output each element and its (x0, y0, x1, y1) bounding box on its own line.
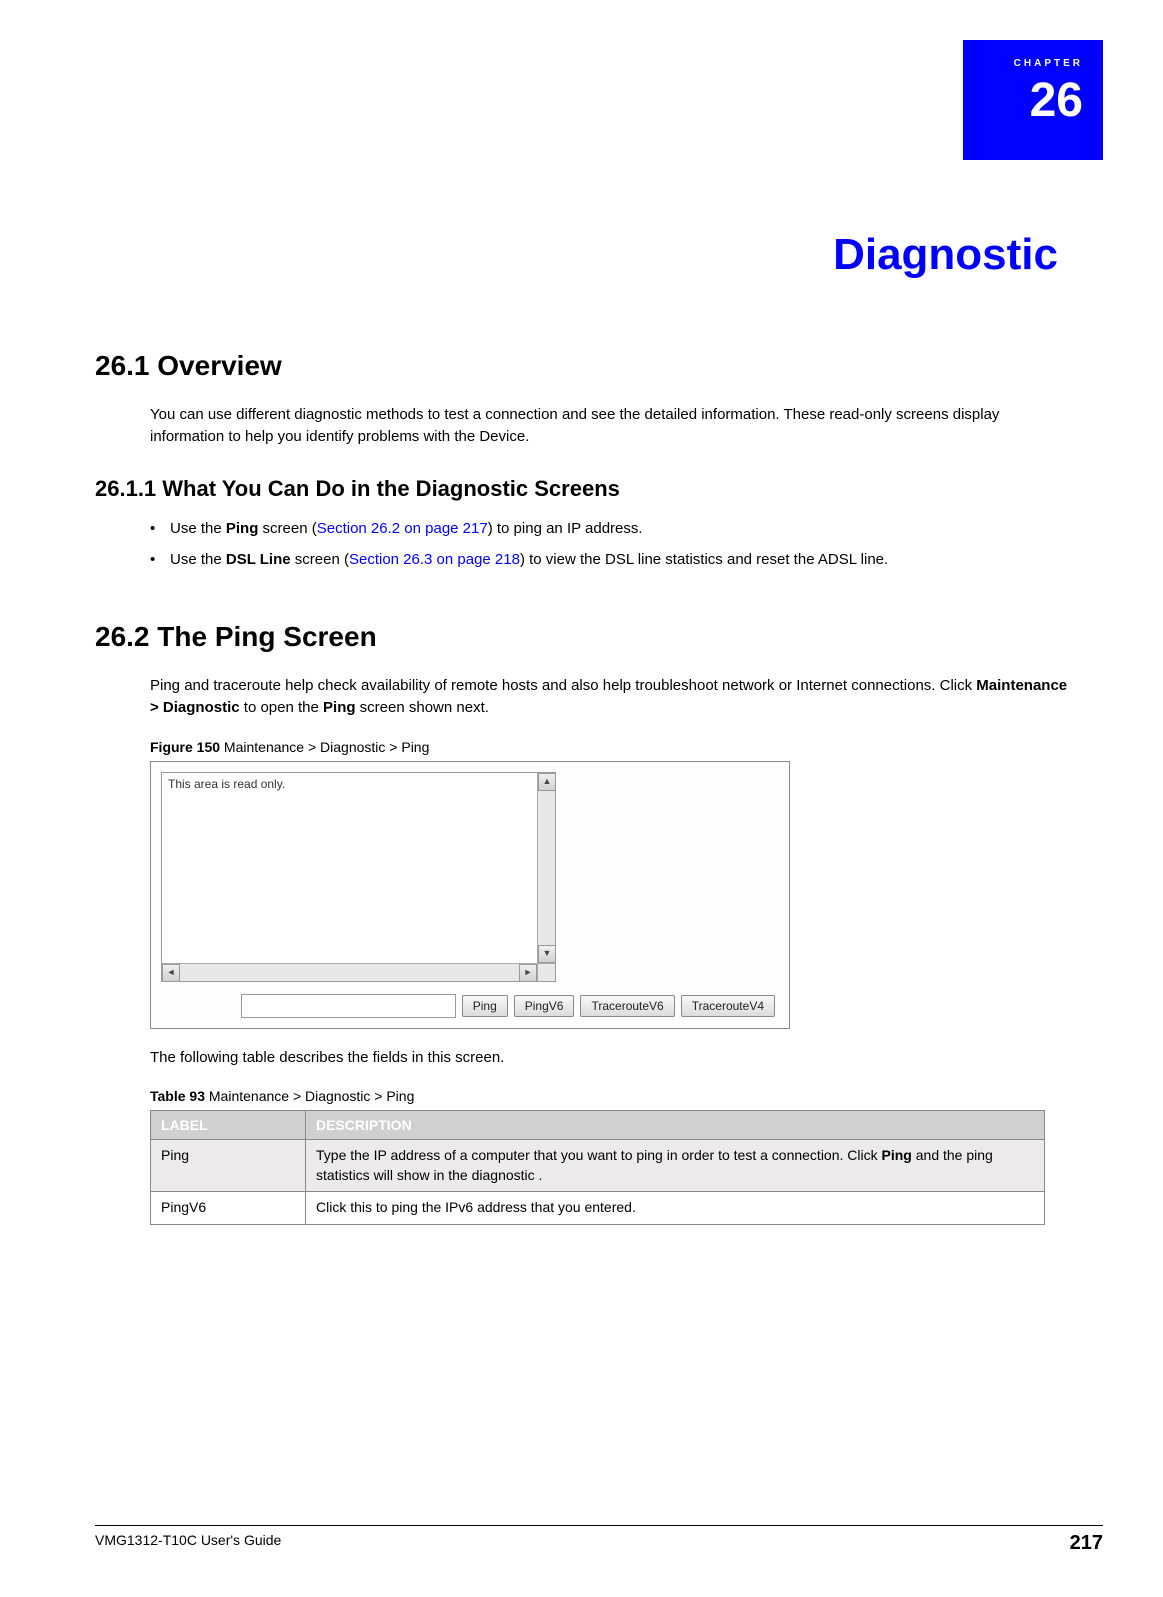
scroll-down-icon[interactable]: ▼ (538, 945, 556, 963)
bullet-dot-icon: • (150, 549, 170, 571)
scroll-up-icon[interactable]: ▲ (538, 773, 556, 791)
bullet-text: ) to ping an IP address. (488, 520, 643, 537)
para-bold: Ping (323, 699, 356, 716)
figure-caption-text: Maintenance > Diagnostic > Ping (220, 739, 429, 755)
bullet-item: • Use the DSL Line screen (Section 26.3 … (150, 549, 1068, 571)
pingv6-button[interactable]: PingV6 (514, 995, 575, 1017)
cell-text: Click this to ping the IPv6 address that… (316, 1199, 636, 1215)
chapter-title: Diagnostic (95, 230, 1068, 280)
table-cell-label: PingV6 (151, 1192, 306, 1225)
bullet-link[interactable]: Section 26.3 on page 218 (349, 551, 520, 568)
ip-address-input[interactable] (241, 994, 456, 1018)
bullet-bold: Ping (226, 520, 259, 537)
bullet-text: Use the (170, 551, 226, 568)
field-description-table: LABEL DESCRIPTION Ping Type the IP addre… (150, 1110, 1045, 1225)
figure-ping-screenshot: This area is read only. ▲ ▼ ◄ ► Ping Pin… (150, 761, 790, 1029)
scrollbar-horizontal[interactable]: ◄ ► (162, 963, 537, 981)
traceroutev6-button[interactable]: TracerouteV6 (580, 995, 674, 1017)
table-header-description: DESCRIPTION (306, 1111, 1045, 1140)
figure-action-row: Ping PingV6 TracerouteV6 TracerouteV4 (161, 994, 775, 1018)
table-header-row: LABEL DESCRIPTION (151, 1111, 1045, 1140)
bullet-item: • Use the Ping screen (Section 26.2 on p… (150, 518, 1068, 540)
para-text: Ping and traceroute help check availabil… (150, 677, 976, 694)
ping-button[interactable]: Ping (462, 995, 508, 1017)
bullet-dot-icon: • (150, 518, 170, 540)
bullet-text: ) to view the DSL line statistics and re… (520, 551, 888, 568)
chapter-tab: CHAPTER 26 (963, 40, 1103, 160)
section-ping-screen-heading: 26.2 The Ping Screen (95, 621, 1068, 653)
para-text: screen shown next. (356, 699, 489, 716)
table-caption-text: Maintenance > Diagnostic > Ping (205, 1088, 414, 1104)
table-header-label: LABEL (151, 1111, 306, 1140)
bullet-text: screen ( (291, 551, 349, 568)
scroll-left-icon[interactable]: ◄ (162, 964, 180, 982)
readonly-label: This area is read only. (168, 777, 285, 791)
section-overview-heading: 26.1 Overview (95, 350, 1068, 382)
figure-output-area: This area is read only. ▲ ▼ ◄ ► (161, 772, 556, 982)
chapter-label: CHAPTER (1014, 58, 1083, 69)
scrollbar-vertical[interactable]: ▲ ▼ (537, 773, 555, 963)
footer-guide-name: VMG1312-T10C User's Guide (95, 1532, 281, 1555)
bullet-text: screen ( (258, 520, 316, 537)
cell-text: Type the IP address of a computer that y… (316, 1147, 882, 1163)
table-cell-label: Ping (151, 1140, 306, 1192)
table-caption-bold: Table 93 (150, 1088, 205, 1104)
table-caption: Table 93 Maintenance > Diagnostic > Ping (150, 1088, 1068, 1104)
bullet-text: Use the (170, 520, 226, 537)
table-cell-description: Click this to ping the IPv6 address that… (306, 1192, 1045, 1225)
figure-caption: Figure 150 Maintenance > Diagnostic > Pi… (150, 739, 1068, 755)
bullet-bold: DSL Line (226, 551, 291, 568)
section-what-you-can-do-heading: 26.1.1 What You Can Do in the Diagnostic… (95, 476, 1068, 502)
bullet-link[interactable]: Section 26.2 on page 217 (317, 520, 488, 537)
table-row: PingV6 Click this to ping the IPv6 addre… (151, 1192, 1045, 1225)
figure-caption-bold: Figure 150 (150, 739, 220, 755)
scroll-right-icon[interactable]: ► (519, 964, 537, 982)
para-text: to open the (240, 699, 323, 716)
table-intro-text: The following table describes the fields… (150, 1047, 1068, 1069)
ping-screen-paragraph: Ping and traceroute help check availabil… (150, 675, 1068, 719)
table-row: Ping Type the IP address of a computer t… (151, 1140, 1045, 1192)
cell-bold: Ping (882, 1147, 912, 1163)
table-cell-description: Type the IP address of a computer that y… (306, 1140, 1045, 1192)
overview-paragraph: You can use different diagnostic methods… (150, 404, 1068, 448)
chapter-number: 26 (1030, 73, 1083, 128)
traceroutev4-button[interactable]: TracerouteV4 (681, 995, 775, 1017)
page-footer: VMG1312-T10C User's Guide 217 (95, 1525, 1103, 1555)
scrollbar-corner (537, 963, 555, 981)
footer-page-number: 217 (1070, 1532, 1103, 1555)
bullet-list: • Use the Ping screen (Section 26.2 on p… (150, 518, 1068, 572)
